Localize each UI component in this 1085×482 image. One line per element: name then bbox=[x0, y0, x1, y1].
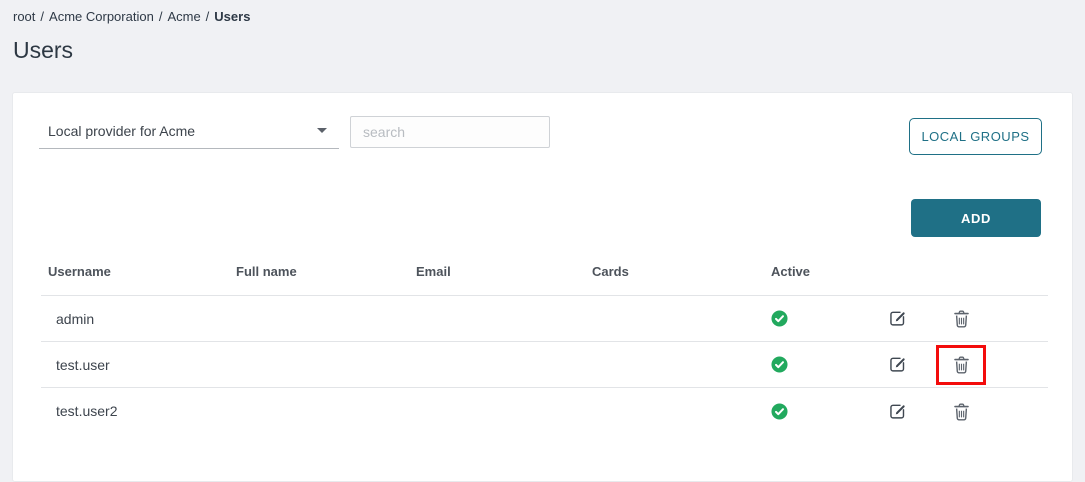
cell-edit bbox=[869, 355, 926, 374]
cell-edit bbox=[869, 402, 926, 421]
local-groups-button[interactable]: LOCAL GROUPS bbox=[909, 118, 1042, 155]
cell-username: test.user2 bbox=[41, 403, 236, 419]
cell-username: test.user bbox=[41, 357, 236, 373]
breadcrumb-item-acme[interactable]: Acme bbox=[167, 9, 200, 24]
delete-highlight-box bbox=[936, 299, 986, 339]
column-header-fullname: Full name bbox=[236, 264, 416, 279]
delete-highlight-box bbox=[936, 391, 986, 431]
users-card: Local provider for Acme LOCAL GROUPS ADD… bbox=[12, 92, 1073, 482]
delete-button[interactable] bbox=[954, 402, 969, 421]
active-check-icon bbox=[771, 310, 788, 327]
cell-active bbox=[771, 403, 869, 420]
breadcrumb-separator: / bbox=[40, 9, 44, 24]
edit-button[interactable] bbox=[888, 309, 907, 328]
cell-delete bbox=[926, 345, 996, 385]
delete-button[interactable] bbox=[954, 309, 969, 328]
provider-select[interactable]: Local provider for Acme bbox=[39, 113, 339, 149]
breadcrumb-separator: / bbox=[206, 9, 210, 24]
page-title: Users bbox=[13, 37, 73, 64]
active-check-icon bbox=[771, 403, 788, 420]
breadcrumb-item-current: Users bbox=[214, 9, 250, 24]
edit-button[interactable] bbox=[888, 402, 907, 421]
breadcrumb: root / Acme Corporation / Acme / Users bbox=[13, 9, 250, 24]
cell-username: admin bbox=[41, 311, 236, 327]
provider-select-value: Local provider for Acme bbox=[39, 123, 317, 139]
table-row: test.user bbox=[41, 342, 1048, 388]
column-header-email: Email bbox=[416, 264, 592, 279]
breadcrumb-item-acme-corporation[interactable]: Acme Corporation bbox=[49, 9, 154, 24]
active-check-icon bbox=[771, 356, 788, 373]
breadcrumb-item-root[interactable]: root bbox=[13, 9, 35, 24]
column-header-username: Username bbox=[41, 264, 236, 279]
add-button[interactable]: ADD bbox=[911, 199, 1041, 237]
table-body: admin bbox=[41, 296, 1048, 434]
delete-button[interactable] bbox=[954, 355, 969, 374]
cell-active bbox=[771, 310, 869, 327]
search-input[interactable] bbox=[350, 116, 550, 148]
cell-edit bbox=[869, 309, 926, 328]
cell-active bbox=[771, 356, 869, 373]
edit-button[interactable] bbox=[888, 355, 907, 374]
delete-highlight-box bbox=[936, 345, 986, 385]
breadcrumb-separator: / bbox=[159, 9, 163, 24]
table-header-row: Username Full name Email Cards Active bbox=[41, 248, 1048, 296]
caret-down-icon bbox=[317, 128, 327, 133]
cell-delete bbox=[926, 391, 996, 431]
table-row: test.user2 bbox=[41, 388, 1048, 434]
table-row: admin bbox=[41, 296, 1048, 342]
cell-delete bbox=[926, 299, 996, 339]
users-table: Username Full name Email Cards Active ad… bbox=[41, 248, 1048, 434]
column-header-active: Active bbox=[771, 264, 869, 279]
column-header-cards: Cards bbox=[592, 264, 771, 279]
